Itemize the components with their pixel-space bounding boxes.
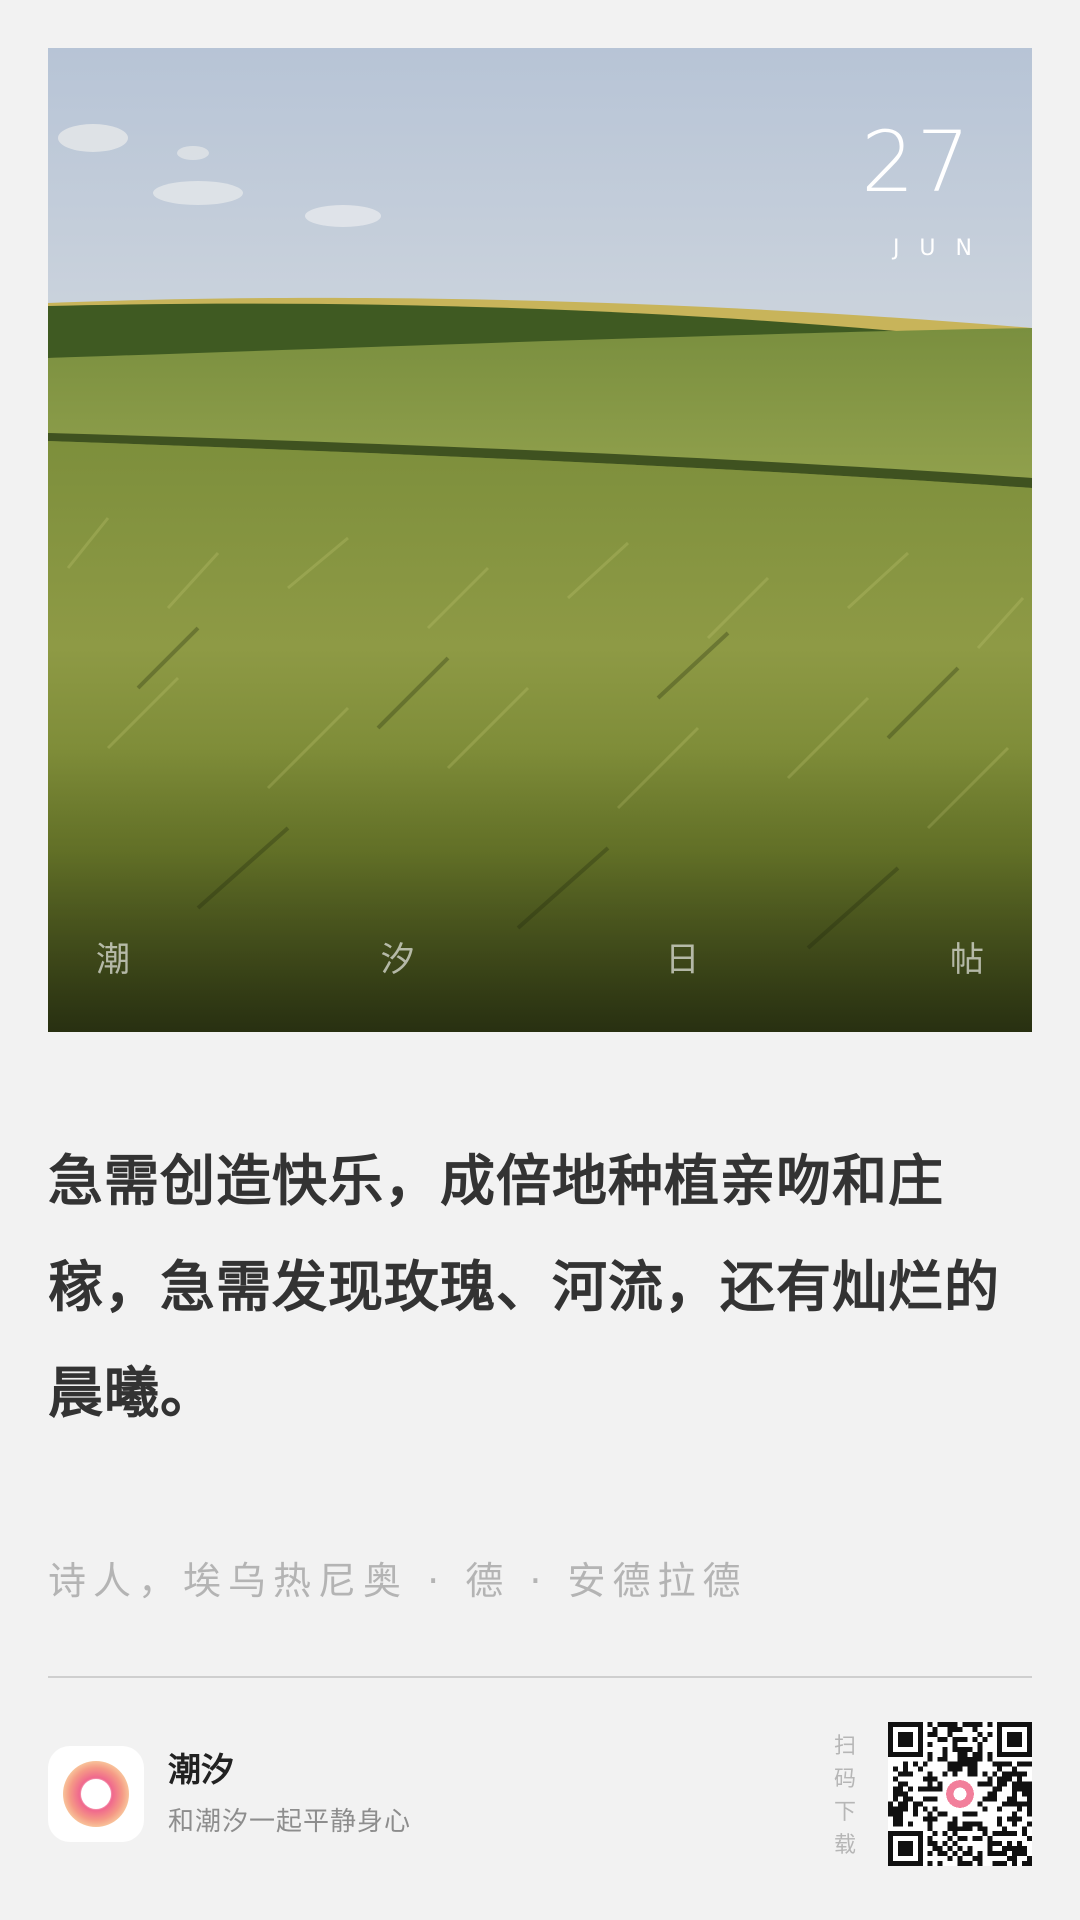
photo-tagline: 潮 汐 日 帖 bbox=[96, 943, 984, 977]
scan-char: 扫 bbox=[833, 1734, 856, 1759]
scan-char: 载 bbox=[833, 1833, 856, 1858]
app-name: 潮汐 bbox=[168, 1750, 234, 1789]
header-photo: 27 JUN 潮 汐 日 帖 bbox=[48, 48, 1032, 1032]
qr-code-icon[interactable] bbox=[888, 1722, 1032, 1866]
quote-author: 诗人，埃乌热尼奥 · 德 · 安德拉德 bbox=[48, 1559, 748, 1603]
date-day: 27 bbox=[861, 113, 972, 211]
tagline-char: 帖 bbox=[949, 940, 984, 980]
tide-logo-icon bbox=[48, 1746, 144, 1842]
scan-to-download-label: 扫 码 下 载 bbox=[830, 1730, 860, 1862]
tagline-char: 汐 bbox=[380, 940, 415, 980]
tagline-char: 潮 bbox=[96, 940, 130, 980]
scan-char: 下 bbox=[833, 1800, 856, 1825]
tagline-char: 日 bbox=[665, 940, 700, 980]
date-month: JUN bbox=[892, 236, 992, 261]
app-slogan: 和潮汐一起平静身心 bbox=[168, 1807, 412, 1837]
scan-char: 码 bbox=[833, 1767, 856, 1792]
quote-text: 急需创造快乐，成倍地种植亲吻和庄稼，急需发现玫瑰、河流，还有灿烂的晨曦。 bbox=[48, 1149, 1001, 1425]
divider bbox=[48, 1676, 1032, 1678]
